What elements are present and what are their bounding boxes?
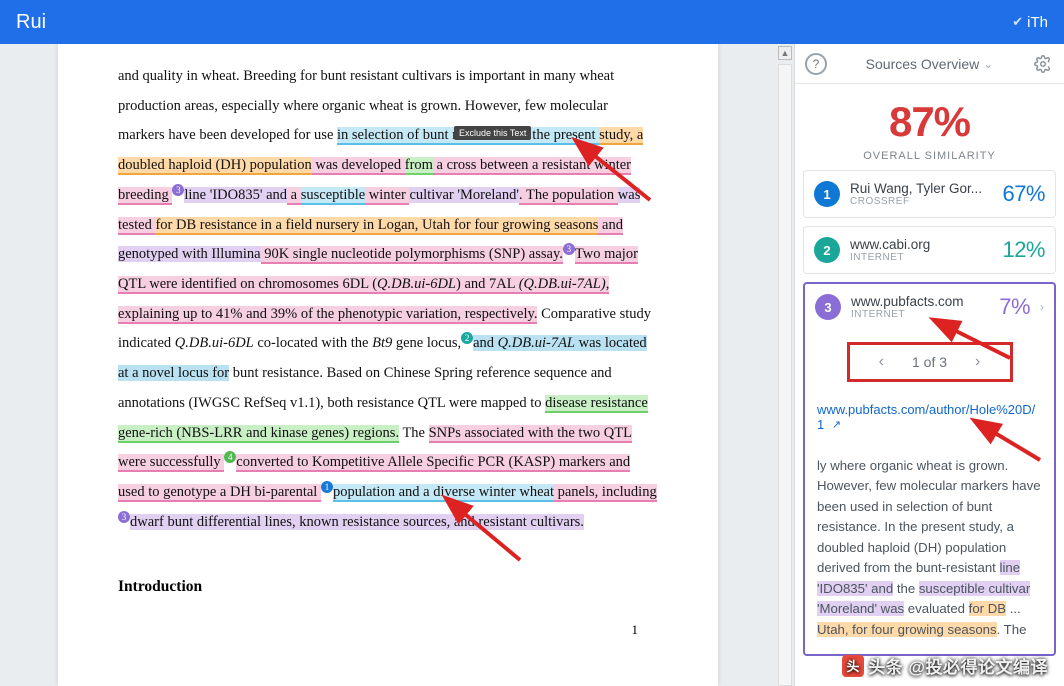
source-badge: 1 xyxy=(814,181,840,207)
snippet-segment: evaluated xyxy=(904,601,969,616)
text-segment: ) and 7AL xyxy=(456,276,519,294)
inline-source-badge[interactable]: 4 xyxy=(224,451,236,463)
section-heading: Introduction xyxy=(118,578,658,596)
sources-panel: ? Sources Overview ⌄ 87% OVERALL SIMILAR… xyxy=(794,44,1064,686)
pager-prev-button[interactable]: ‹ xyxy=(875,349,888,375)
text-segment: co-located with the xyxy=(254,335,372,351)
source-title: Rui Wang, Tyler Gor... xyxy=(850,181,992,196)
source-meta: www.pubfacts.com INTERNET xyxy=(851,294,989,320)
text-segment: and xyxy=(473,335,498,351)
text-segment: population and a diverse winter wheat xyxy=(333,484,554,502)
source-meta: www.cabi.org INTERNET xyxy=(850,237,992,263)
source-percent: 7% xyxy=(999,294,1030,320)
app-title: Rui xyxy=(16,11,46,34)
text-segment: gene locus, xyxy=(392,335,461,351)
text-segment: . The population xyxy=(519,187,618,205)
app-topbar: Rui ✔ iTh xyxy=(0,0,1064,44)
document-page: Exclude this Text and quality in wheat. … xyxy=(58,44,718,686)
source-title: www.cabi.org xyxy=(850,237,992,252)
snippet-segment: ly where organic wheat is grown. However… xyxy=(817,458,1041,575)
snippet-segment: . The xyxy=(997,622,1027,637)
source-meta: Rui Wang, Tyler Gor... CROSSREF xyxy=(850,181,992,207)
document-body-paragraph: and quality in wheat. Breeding for bunt … xyxy=(118,62,658,538)
watermark-logo-icon: 头 xyxy=(842,655,864,677)
brand-label: iTh xyxy=(1027,14,1048,31)
text-segment: was developed xyxy=(312,157,405,175)
source-title: www.pubfacts.com xyxy=(851,294,989,309)
text-segment: line 'IDO835' and xyxy=(184,187,287,203)
source-item-3-expanded[interactable]: 3 www.pubfacts.com INTERNET 7% › ‹ 1 of … xyxy=(803,282,1056,656)
pager-next-button[interactable]: › xyxy=(971,349,984,375)
overall-percent: 87% xyxy=(795,98,1064,146)
panel-title-text: Sources Overview xyxy=(866,56,980,72)
source-url-link[interactable]: www.pubfacts.com/author/Hole%20D/1 ↗ xyxy=(817,402,1042,432)
source-badge: 3 xyxy=(815,294,841,320)
inline-source-badge[interactable]: 2 xyxy=(461,332,473,344)
source-subtype: INTERNET xyxy=(850,252,992,263)
text-segment: The xyxy=(399,425,429,441)
panel-title[interactable]: Sources Overview ⌄ xyxy=(827,56,1032,72)
panel-header: ? Sources Overview ⌄ xyxy=(795,44,1064,84)
watermark-text: 头条 @投必得论文编译 xyxy=(868,653,1048,678)
snippet-segment: for DB xyxy=(969,601,1006,616)
text-segment: cultivar 'Moreland' xyxy=(409,187,519,203)
workspace: Exclude this Text and quality in wheat. … xyxy=(0,44,1064,686)
chevron-right-icon: › xyxy=(1040,300,1044,314)
text-segment: Q.DB.ui-6DL xyxy=(377,276,456,294)
text-segment: a xyxy=(287,187,301,205)
overall-similarity: 87% OVERALL SIMILARITY xyxy=(795,84,1064,170)
inline-source-badge[interactable]: 3 xyxy=(118,511,130,523)
source-subtype: CROSSREF xyxy=(850,196,992,207)
inline-source-badge[interactable]: 3 xyxy=(563,243,575,255)
matched-snippet: ly where organic wheat is grown. However… xyxy=(815,456,1044,640)
text-segment: genotyped with Illumina xyxy=(118,246,261,262)
source-badge: 2 xyxy=(814,237,840,263)
text-segment: for DB resistance in a field nursery in … xyxy=(155,217,598,235)
snippet-segment: ... xyxy=(1006,601,1021,616)
exclude-tooltip[interactable]: Exclude this Text xyxy=(454,126,531,140)
source-percent: 67% xyxy=(1002,181,1045,207)
text-segment: Q.DB.ui-7AL xyxy=(498,335,575,351)
inline-source-badge[interactable]: 1 xyxy=(321,481,333,493)
inline-source-badge[interactable]: 3 xyxy=(172,184,184,196)
scroll-up-icon[interactable]: ▲ xyxy=(778,46,792,60)
page-number: 1 xyxy=(632,622,639,638)
text-segment: tested xyxy=(118,217,155,235)
text-segment: dwarf bunt differential lines, known res… xyxy=(130,514,584,530)
source-url-text: www.pubfacts.com/author/Hole%20D/1 xyxy=(817,402,1035,432)
help-icon[interactable]: ? xyxy=(805,53,827,75)
gear-icon[interactable] xyxy=(1032,53,1054,75)
text-segment: and xyxy=(598,217,623,235)
scroll-track[interactable] xyxy=(778,64,792,686)
document-viewport: Exclude this Text and quality in wheat. … xyxy=(0,44,776,686)
source-subtype: INTERNET xyxy=(851,309,989,320)
text-segment: susceptible xyxy=(301,187,365,205)
text-segment: was xyxy=(618,187,641,203)
brand-area: ✔ iTh xyxy=(1012,14,1048,31)
text-segment: Bt9 xyxy=(372,335,392,351)
text-segment: from xyxy=(405,157,433,175)
watermark: 头 头条 @投必得论文编译 xyxy=(842,653,1048,678)
overall-label: OVERALL SIMILARITY xyxy=(795,150,1064,162)
source-item-2[interactable]: 2 www.cabi.org INTERNET 12% xyxy=(803,226,1056,274)
match-pager: ‹ 1 of 3 › xyxy=(847,342,1013,382)
text-segment: winter xyxy=(365,187,409,205)
source-list: 1 Rui Wang, Tyler Gor... CROSSREF 67% 2 … xyxy=(795,170,1064,664)
source-item-1[interactable]: 1 Rui Wang, Tyler Gor... CROSSREF 67% xyxy=(803,170,1056,218)
external-link-icon: ↗ xyxy=(832,419,841,431)
snippet-segment: Utah, for four growing seasons xyxy=(817,622,997,637)
source-percent: 12% xyxy=(1002,237,1045,263)
text-segment: Q.DB.ui-6DL xyxy=(175,335,254,351)
check-icon: ✔ xyxy=(1012,14,1023,30)
snippet-segment: the xyxy=(893,581,919,596)
chevron-down-icon: ⌄ xyxy=(983,57,993,71)
pager-position: 1 of 3 xyxy=(912,354,947,370)
text-segment: panels, including xyxy=(554,484,657,502)
doc-scrollbar[interactable]: ▲ xyxy=(776,44,794,686)
text-segment: (Q.DB.ui-7AL) xyxy=(519,276,606,294)
text-segment: 90K single nucleotide polymorphisms (SNP… xyxy=(261,246,563,264)
